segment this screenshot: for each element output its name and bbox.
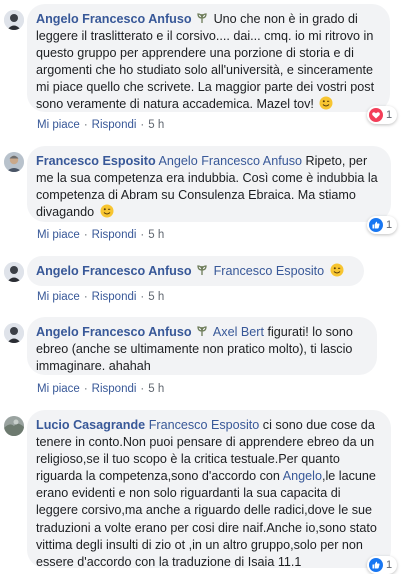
like-link[interactable]: Mi piace: [37, 119, 80, 131]
reaction-summary[interactable]: 1: [367, 556, 398, 574]
user-photo-icon: [4, 323, 24, 343]
mention-link[interactable]: Angelo Francesco Anfuso: [159, 154, 303, 168]
avatar[interactable]: [4, 323, 24, 343]
user-photo-icon: [4, 10, 24, 30]
user-photo-icon: [4, 416, 24, 436]
user-photo-icon: [4, 152, 24, 172]
comment-bubble: Lucio Casagrande Francesco Esposito ci s…: [27, 410, 391, 569]
mention-link[interactable]: Francesco Esposito: [149, 418, 260, 432]
group-expert-badge-icon: [197, 13, 207, 23]
like-reaction-icon: [369, 218, 383, 232]
comment-text: ,le lacune erano evidenti e non solo rig…: [36, 469, 377, 569]
winking-face-emoji: [330, 263, 344, 277]
group-expert-badge-icon: [197, 265, 207, 275]
comment-actions: Mi piace · Rispondi · 5 h: [37, 229, 165, 241]
timestamp[interactable]: 5 h: [148, 291, 164, 303]
like-link[interactable]: Mi piace: [37, 383, 80, 395]
like-link[interactable]: Mi piace: [37, 291, 80, 303]
comment-author[interactable]: Angelo Francesco Anfuso: [36, 12, 192, 26]
winking-face-emoji: [100, 204, 114, 218]
reaction-count: 1: [386, 109, 393, 121]
group-expert-badge-icon: [197, 326, 207, 336]
reaction-summary[interactable]: 1: [367, 106, 398, 124]
comment-bubble: Angelo Francesco Anfuso Uno che non è in…: [27, 4, 390, 112]
love-reaction-icon: [369, 108, 383, 122]
comment-author[interactable]: Angelo Francesco Anfuso: [36, 264, 192, 278]
timestamp[interactable]: 5 h: [148, 229, 164, 241]
avatar[interactable]: [4, 10, 24, 30]
winking-face-emoji: [319, 96, 333, 110]
comment-author[interactable]: Angelo Francesco Anfuso: [36, 325, 192, 339]
user-photo-icon: [4, 262, 24, 282]
comment-author[interactable]: Lucio Casagrande: [36, 418, 145, 432]
avatar[interactable]: [4, 262, 24, 282]
reply-link[interactable]: Rispondi: [92, 229, 137, 241]
reaction-summary[interactable]: 1: [367, 216, 398, 234]
comment-author[interactable]: Francesco Esposito: [36, 154, 156, 168]
timestamp[interactable]: 5 h: [148, 383, 164, 395]
timestamp[interactable]: 5 h: [148, 119, 164, 131]
mention-link[interactable]: Francesco Esposito: [214, 264, 325, 278]
mention-link[interactable]: Axel Bert: [213, 325, 264, 339]
comment-bubble: Angelo Francesco Anfuso Francesco Esposi…: [27, 256, 364, 286]
mention-link[interactable]: Angelo: [283, 469, 322, 483]
comment-actions: Mi piace · Rispondi · 5 h: [37, 291, 165, 303]
reply-link[interactable]: Rispondi: [92, 119, 137, 131]
avatar[interactable]: [4, 152, 24, 172]
comment-bubble: Angelo Francesco Anfuso Axel Bert figura…: [27, 317, 377, 375]
avatar[interactable]: [4, 416, 24, 436]
reply-link[interactable]: Rispondi: [92, 291, 137, 303]
like-link[interactable]: Mi piace: [37, 229, 80, 241]
comment-actions: Mi piace · Rispondi · 5 h: [37, 383, 165, 395]
reply-link[interactable]: Rispondi: [92, 383, 137, 395]
comment-bubble: Francesco Esposito Angelo Francesco Anfu…: [27, 146, 391, 222]
reaction-count: 1: [386, 219, 393, 231]
reaction-count: 1: [386, 559, 393, 571]
comment-actions: Mi piace · Rispondi · 5 h: [37, 119, 165, 131]
